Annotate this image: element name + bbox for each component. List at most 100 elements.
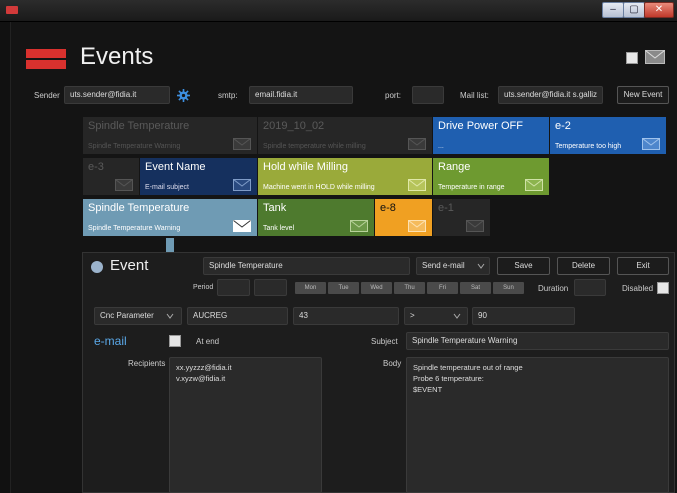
port-input[interactable]	[412, 86, 444, 104]
mail-icon	[408, 179, 426, 191]
event-tile[interactable]: e-2 Temperature too high	[550, 117, 666, 154]
selection-pointer	[166, 238, 174, 252]
new-event-button[interactable]: New Event	[617, 86, 669, 104]
event-title: Hold while Milling	[263, 161, 348, 173]
recipient-item[interactable]: xx.yyzzz@fidia.it	[176, 362, 315, 373]
event-subtitle: E-mail subject	[145, 184, 189, 191]
sender-input[interactable]: uts.sender@fidia.it	[64, 86, 170, 104]
mail-icon	[233, 179, 251, 191]
event-subtitle: Temperature in range	[438, 184, 505, 191]
disabled-checkbox[interactable]	[657, 282, 669, 294]
event-tile[interactable]: e-3	[83, 158, 139, 195]
event-title: Event Name	[145, 161, 206, 173]
event-name-input[interactable]: Spindle Temperature	[203, 257, 410, 275]
maillist-label: Mail list:	[460, 91, 489, 100]
period-start-input[interactable]	[217, 279, 250, 296]
close-button[interactable]: ✕	[644, 2, 674, 18]
event-subtitle: ...	[438, 143, 444, 150]
event-subtitle: Tank level	[263, 225, 295, 232]
mail-icon	[466, 220, 484, 232]
mail-icon	[408, 220, 426, 232]
smtp-label: smtp:	[218, 91, 238, 100]
title-bar: – ▢ ✕	[0, 0, 677, 22]
event-title: Drive Power OFF	[438, 120, 523, 132]
event-subtitle: Machine went in HOLD while milling	[263, 184, 375, 191]
exit-button[interactable]: Exit	[617, 257, 669, 275]
event-tile[interactable]: e-8	[375, 199, 432, 236]
event-title: Range	[438, 161, 471, 173]
save-button[interactable]: Save	[497, 257, 550, 275]
period-label: Period	[193, 284, 214, 291]
recipients-list[interactable]: xx.yyzzz@fidia.it v.xyzw@fidia.it	[169, 357, 322, 493]
body-line: Spindle temperature out of range	[413, 363, 523, 372]
email-heading: e-mail	[94, 334, 127, 348]
event-subtitle: Spindle temperature while milling	[263, 143, 366, 150]
chevron-down-icon	[477, 263, 485, 269]
brand-logo	[26, 49, 66, 69]
day-wed-toggle[interactable]: Wed	[361, 282, 392, 294]
threshold-input[interactable]: 90	[472, 307, 575, 325]
event-tile[interactable]: e-1	[433, 199, 490, 236]
subject-label: Subject	[371, 337, 398, 346]
header-checkbox[interactable]	[626, 52, 638, 64]
disabled-label: Disabled	[622, 284, 654, 293]
event-title: Tank	[263, 202, 287, 214]
mail-icon[interactable]	[645, 50, 665, 64]
event-title: e-2	[555, 120, 571, 132]
event-subtitle: Temperature too high	[555, 143, 622, 150]
status-indicator	[91, 261, 103, 273]
day-thu-toggle[interactable]: Thu	[394, 282, 425, 294]
day-fri-toggle[interactable]: Fri	[427, 282, 458, 294]
delete-button[interactable]: Delete	[557, 257, 610, 275]
minimize-button[interactable]: –	[602, 2, 624, 18]
parameter-input[interactable]: AUCREG	[187, 307, 288, 325]
app-icon	[6, 6, 18, 14]
event-title: e-1	[438, 202, 454, 214]
index-input[interactable]: 43	[293, 307, 399, 325]
event-tile[interactable]: Hold while Milling Machine went in HOLD …	[258, 158, 432, 195]
duration-label: Duration	[538, 284, 569, 293]
period-end-input[interactable]	[254, 279, 287, 296]
event-subtitle: Spindle Temperature Warning	[88, 225, 181, 232]
maximize-button[interactable]: ▢	[623, 2, 645, 18]
gear-icon[interactable]	[177, 89, 190, 102]
smtp-input[interactable]: email.fidia.it	[249, 86, 353, 104]
event-tile[interactable]: Tank Tank level	[258, 199, 374, 236]
event-tile[interactable]: Event Name E-mail subject	[140, 158, 257, 195]
event-title: 2019_10_02	[263, 120, 325, 132]
mail-icon	[233, 220, 251, 232]
body-label: Body	[383, 359, 402, 368]
mail-icon	[115, 179, 133, 191]
day-mon-toggle[interactable]: Mon	[295, 282, 326, 294]
event-tile[interactable]: 2019_10_02 Spindle temperature while mil…	[258, 117, 432, 154]
event-tile[interactable]: Spindle Temperature Spindle Temperature …	[83, 199, 257, 236]
page-title: Events	[80, 43, 154, 70]
event-title: Spindle Temperature	[88, 202, 190, 214]
mail-icon	[408, 138, 426, 150]
editor-heading: Event	[110, 257, 149, 274]
day-sat-toggle[interactable]: Sat	[460, 282, 491, 294]
at-end-checkbox[interactable]	[169, 335, 181, 347]
event-tile[interactable]: Drive Power OFF ...	[433, 117, 549, 154]
operator-select-value: >	[410, 311, 415, 320]
maillist-input[interactable]: uts.sender@fidia.it s.galliz	[498, 86, 603, 104]
day-sun-toggle[interactable]: Sun	[493, 282, 524, 294]
event-tile[interactable]: Range Temperature in range	[433, 158, 549, 195]
sender-label: Sender	[34, 91, 60, 100]
port-label: port:	[385, 91, 402, 100]
subject-input[interactable]: Spindle Temperature Warning	[406, 332, 669, 350]
source-select-value: Cnc Parameter	[100, 311, 154, 320]
day-tue-toggle[interactable]: Tue	[328, 282, 359, 294]
event-tile[interactable]: Spindle Temperature Spindle Temperature …	[83, 117, 257, 154]
recipients-label: Recipients	[128, 359, 166, 368]
body-line: $EVENT	[413, 385, 443, 394]
event-title: e-8	[380, 202, 396, 214]
mail-icon	[233, 138, 251, 150]
recipient-item[interactable]: v.xyzw@fidia.it	[176, 373, 315, 384]
duration-input[interactable]	[574, 279, 606, 296]
chevron-down-icon	[166, 313, 174, 319]
mail-icon	[350, 220, 368, 232]
body-textarea[interactable]: Spindle temperature out of range Probe 6…	[406, 357, 669, 493]
body-line: Probe 6 temperature:	[413, 374, 484, 383]
event-subtitle: Spindle Temperature Warning	[88, 143, 181, 150]
